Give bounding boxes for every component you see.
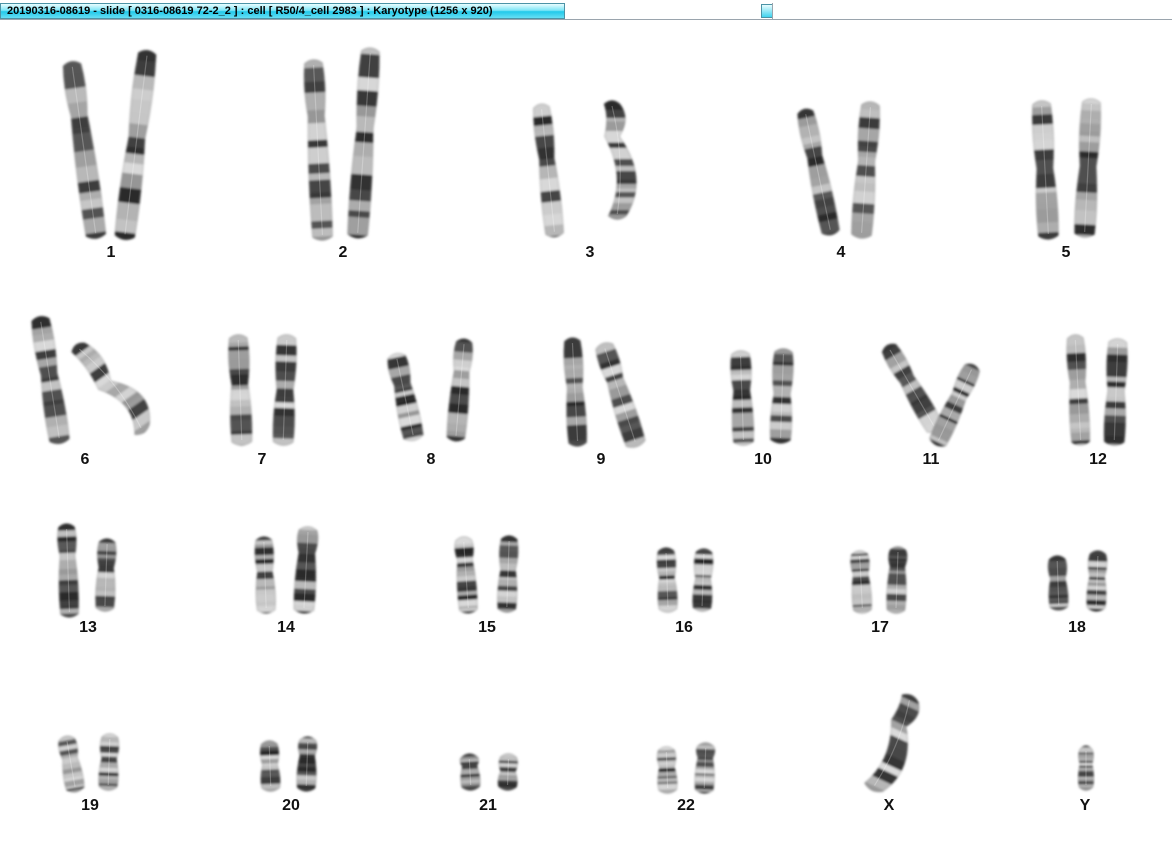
chromosome-8-b[interactable] [438,331,482,450]
chromosome-19-a[interactable] [48,727,94,802]
pair-label: 20 [282,797,300,814]
pair-label: 12 [1089,451,1107,468]
chromosome-13-a[interactable] [49,516,87,624]
chromosome-5-a[interactable] [1023,93,1067,247]
pair-label: 8 [426,451,436,468]
pair-label: 11 [922,451,940,468]
chromosome-12-b[interactable] [1096,331,1136,452]
pair-label: Y [1079,797,1091,814]
chromosome-5-b[interactable] [1066,91,1110,245]
chromosome-17-a[interactable] [842,543,880,621]
chromosome-17-b[interactable] [879,539,916,620]
pair-label: 17 [871,619,889,636]
pair-label: 2 [338,244,348,261]
chromosome-14-a[interactable] [246,529,283,620]
chromosome-4-a[interactable] [787,99,850,245]
chromosome-3-a[interactable] [523,95,572,245]
pair-label: 6 [80,451,90,468]
pair-label: 10 [754,451,772,468]
pair-label: 3 [585,244,595,261]
chromosome-15-a[interactable] [446,529,486,621]
titlebar-divider [772,3,773,19]
chromosome-1-b[interactable] [106,42,167,249]
pair-label: 1 [106,244,116,261]
pair-label: 5 [1061,244,1071,261]
pair-label: 19 [81,797,99,814]
chromosome-7-a[interactable] [220,327,260,452]
window-title-tab[interactable]: 20190316-08619 - slide [ 0316-08619 72-2… [0,3,565,19]
chromosome-10-a[interactable] [722,343,762,452]
pair-label: 7 [257,451,267,468]
pair-label: 15 [478,619,496,636]
pair-label: 16 [675,619,693,636]
chromosome-19-b[interactable] [91,726,127,797]
chromosome-13-b[interactable] [88,531,125,618]
chromosome-4-b[interactable] [843,94,889,246]
chromosome-12-a[interactable] [1058,327,1098,453]
pair-label: 4 [836,244,846,261]
chromosome-8-a[interactable] [377,343,433,450]
pair-label: X [883,797,895,814]
chromosome-22-a[interactable] [649,739,685,800]
karyogram-area: 1 2 3 4 5 6 7 8 9 10 11 12 13 14 15 16 17 18 19 20 21 22 X Y [0,21,1172,859]
chromosome-15-b[interactable] [489,528,526,619]
chromosome-3-b[interactable] [595,94,637,226]
pair-label: 14 [277,619,295,636]
window-title: 20190316-08619 - slide [ 0316-08619 72-2… [7,5,493,17]
chromosome-14-b[interactable] [285,519,326,621]
chromosome-18-b[interactable] [1079,543,1116,618]
chromosome-9-b[interactable] [584,331,656,458]
pair-label: 22 [677,797,695,814]
chromosome-2-a[interactable] [295,52,341,248]
window-titlebar: 20190316-08619 - slide [ 0316-08619 72-2… [0,0,1172,20]
pair-label: 18 [1068,619,1086,636]
chromosome-21-a[interactable] [452,746,489,798]
chromosome-18-a[interactable] [1040,548,1076,617]
chromosome-y-a[interactable] [1071,739,1101,797]
chromosome-6-a[interactable] [21,307,79,453]
chromosome-16-a[interactable] [649,540,686,619]
chromosome-20-b[interactable] [289,729,325,798]
chromosome-16-b[interactable] [685,541,722,618]
chromosome-21-b[interactable] [490,746,526,797]
chromosome-10-b[interactable] [762,341,802,450]
pair-label: 9 [596,451,606,468]
chromosome-2-b[interactable] [339,40,389,246]
chromosome-20-a[interactable] [252,733,288,798]
chromosome-22-b[interactable] [687,735,723,800]
chromosome-7-b[interactable] [265,327,305,452]
chromosome-x-a[interactable] [849,682,931,802]
chromosome-1-a[interactable] [53,52,115,247]
pair-label: 21 [479,797,497,814]
pair-label: 13 [79,619,97,636]
